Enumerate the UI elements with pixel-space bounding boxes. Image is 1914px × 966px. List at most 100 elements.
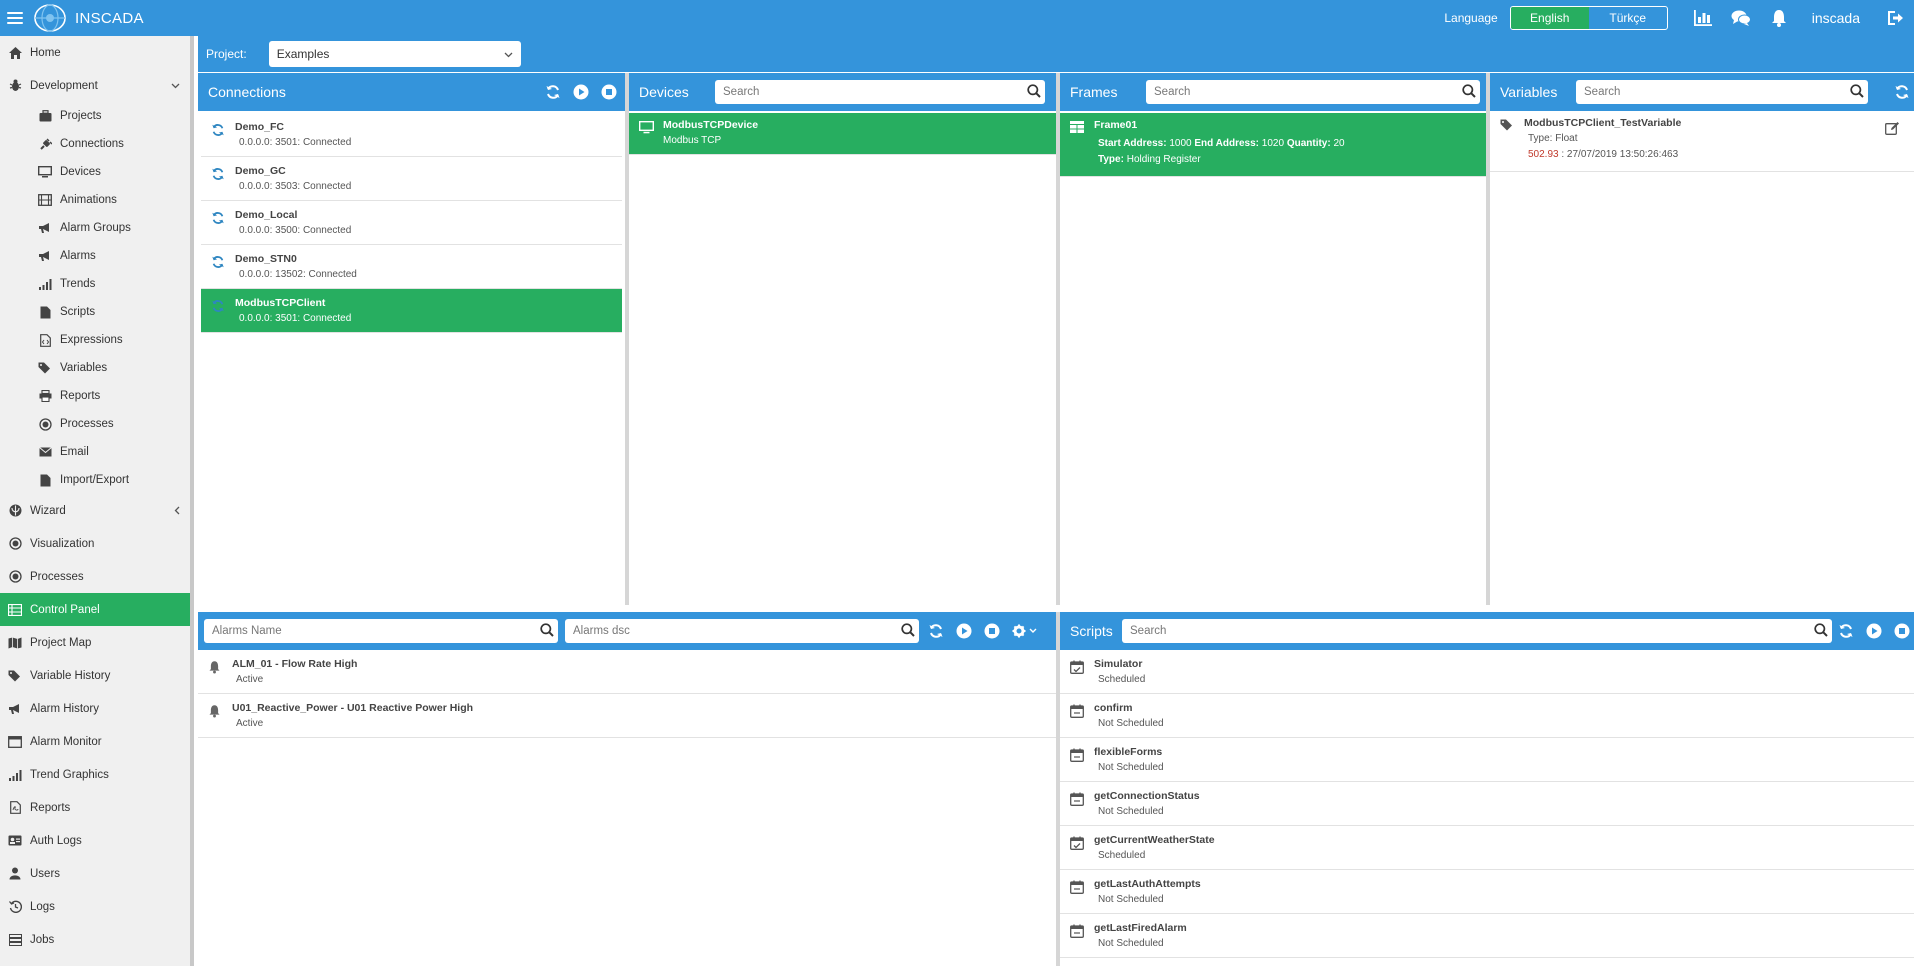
alarms-dsc-input[interactable]	[573, 625, 901, 637]
sidebar-item-jobs[interactable]: Jobs	[0, 923, 190, 956]
sidebar-item-project-map[interactable]: Project Map	[0, 626, 190, 659]
search-icon[interactable]	[1850, 83, 1864, 101]
frames-panel: Frames Frame01 Start Address: 1000 End A…	[1060, 73, 1486, 605]
settings-dropdown[interactable]	[1010, 621, 1040, 641]
scripts-search-input[interactable]	[1130, 625, 1814, 637]
script-row[interactable]: Simulator Scheduled	[1060, 650, 1914, 694]
script-row[interactable]: getLastFiredAlarm Not Scheduled	[1060, 914, 1914, 958]
edit-icon[interactable]	[1885, 121, 1900, 138]
sidebar-item-trend-graphics[interactable]: Trend Graphics	[0, 758, 190, 791]
id-card-icon	[8, 834, 22, 848]
stop-icon[interactable]	[982, 621, 1002, 641]
alarm-row[interactable]: U01_Reactive_Power - U01 Reactive Power …	[198, 694, 1056, 738]
envelope-icon	[38, 445, 52, 459]
frames-search-input[interactable]	[1154, 86, 1462, 98]
sidebar-item-variable-history[interactable]: Variable History	[0, 659, 190, 692]
sidebar-item-wizard[interactable]: Wizard	[0, 494, 190, 527]
sidebar-item-processes-main[interactable]: Processes	[0, 560, 190, 593]
calendar-icon	[1070, 746, 1086, 773]
search-icon[interactable]	[901, 622, 915, 640]
search-icon[interactable]	[540, 622, 554, 640]
sidebar-item-reports[interactable]: Reports	[0, 382, 190, 410]
comments-icon[interactable]	[1730, 7, 1752, 29]
frame-row[interactable]: Frame01 Start Address: 1000 End Address:…	[1060, 113, 1486, 177]
table-icon	[1070, 119, 1086, 168]
dot-circle-icon	[38, 417, 52, 431]
device-row[interactable]: ModbusTCPDevice Modbus TCP	[629, 113, 1056, 155]
sidebar-item-trends[interactable]: Trends	[0, 270, 190, 298]
sidebar-item-reports-main[interactable]: Reports	[0, 791, 190, 824]
script-row[interactable]: confirm Not Scheduled	[1060, 694, 1914, 738]
refresh-icon[interactable]	[211, 209, 227, 236]
alarms-header	[198, 612, 1056, 650]
lang-english-button[interactable]: English	[1510, 7, 1589, 29]
sidebar-item-processes[interactable]: Processes	[0, 410, 190, 438]
sidebar-item-auth-logs[interactable]: Auth Logs	[0, 824, 190, 857]
search-icon[interactable]	[1462, 83, 1476, 101]
lang-turkish-button[interactable]: Türkçe	[1589, 7, 1667, 29]
variables-search-input[interactable]	[1584, 86, 1850, 98]
refresh-icon[interactable]	[543, 82, 563, 102]
connection-row[interactable]: Demo_GC 0.0.0.0: 3503: Connected	[201, 157, 622, 201]
sidebar-item-control-panel[interactable]: Control Panel	[0, 593, 190, 626]
devices-search	[715, 80, 1045, 104]
connection-row[interactable]: Demo_FC 0.0.0.0: 3501: Connected	[201, 113, 622, 157]
sidebar-item-scripts[interactable]: Scripts	[0, 298, 190, 326]
bar-chart-icon[interactable]	[1692, 7, 1714, 29]
script-row[interactable]: flexibleForms Not Scheduled	[1060, 738, 1914, 782]
connection-row[interactable]: ModbusTCPClient 0.0.0.0: 3501: Connected	[201, 289, 622, 333]
username[interactable]: inscada	[1812, 10, 1860, 26]
top-bar: INSCADA Language English Türkçe inscada	[0, 0, 1914, 36]
search-icon[interactable]	[1027, 83, 1041, 101]
play-icon[interactable]	[1864, 621, 1884, 641]
sidebar-item-alarm-monitor[interactable]: Alarm Monitor	[0, 725, 190, 758]
sidebar-item-alarm-history[interactable]: Alarm History	[0, 692, 190, 725]
refresh-icon[interactable]	[1836, 621, 1856, 641]
sidebar-item-development[interactable]: Development	[0, 69, 190, 102]
devices-search-input[interactable]	[723, 86, 1027, 98]
refresh-icon[interactable]	[211, 121, 227, 148]
script-row[interactable]: getCurrentWeatherState Scheduled	[1060, 826, 1914, 870]
alarm-row[interactable]: ALM_01 - Flow Rate High Active	[198, 650, 1056, 694]
menu-toggle-icon[interactable]	[7, 12, 23, 24]
script-status: Not Scheduled	[1098, 938, 1164, 949]
refresh-icon[interactable]	[211, 165, 227, 192]
alarms-name-input[interactable]	[212, 625, 540, 637]
sidebar-item-import-export[interactable]: Import/Export	[0, 466, 190, 494]
bell-icon	[208, 702, 224, 729]
sidebar-item-devices[interactable]: Devices	[0, 158, 190, 186]
stop-icon[interactable]	[599, 82, 619, 102]
sidebar-item-home[interactable]: Home	[0, 36, 190, 69]
connection-row[interactable]: Demo_STN0 0.0.0.0: 13502: Connected	[201, 245, 622, 289]
search-icon[interactable]	[1814, 622, 1828, 640]
sidebar-item-expressions[interactable]: Expressions	[0, 326, 190, 354]
window-icon	[8, 735, 22, 749]
refresh-icon[interactable]	[211, 253, 227, 280]
refresh-icon[interactable]	[211, 297, 227, 324]
connection-row[interactable]: Demo_Local 0.0.0.0: 3500: Connected	[201, 201, 622, 245]
logout-icon[interactable]	[1884, 7, 1906, 29]
refresh-icon[interactable]	[926, 621, 946, 641]
variable-row[interactable]: ModbusTCPClient_TestVariable Type: Float…	[1490, 111, 1914, 172]
sidebar-item-variables[interactable]: Variables	[0, 354, 190, 382]
sidebar-item-alarm-groups[interactable]: Alarm Groups	[0, 214, 190, 242]
sidebar-item-connections[interactable]: Connections	[0, 130, 190, 158]
bullhorn-icon	[38, 221, 52, 235]
sidebar-item-visualization[interactable]: Visualization	[0, 527, 190, 560]
sidebar-item-alarms[interactable]: Alarms	[0, 242, 190, 270]
sidebar-item-projects[interactable]: Projects	[0, 102, 190, 130]
play-icon[interactable]	[571, 82, 591, 102]
bell-icon[interactable]	[1768, 7, 1790, 29]
script-row[interactable]: getConnectionStatus Not Scheduled	[1060, 782, 1914, 826]
sidebar-item-animations[interactable]: Animations	[0, 186, 190, 214]
sidebar-item-email[interactable]: Email	[0, 438, 190, 466]
calendar-icon	[1070, 702, 1086, 729]
project-select[interactable]: Examples	[268, 41, 521, 67]
stop-icon[interactable]	[1892, 621, 1912, 641]
script-row[interactable]: getLastAuthAttempts Not Scheduled	[1060, 870, 1914, 914]
refresh-icon[interactable]	[1892, 82, 1912, 102]
sidebar-item-logs[interactable]: Logs	[0, 890, 190, 923]
scripts-title: Scripts	[1070, 623, 1113, 639]
sidebar-item-users[interactable]: Users	[0, 857, 190, 890]
play-icon[interactable]	[954, 621, 974, 641]
